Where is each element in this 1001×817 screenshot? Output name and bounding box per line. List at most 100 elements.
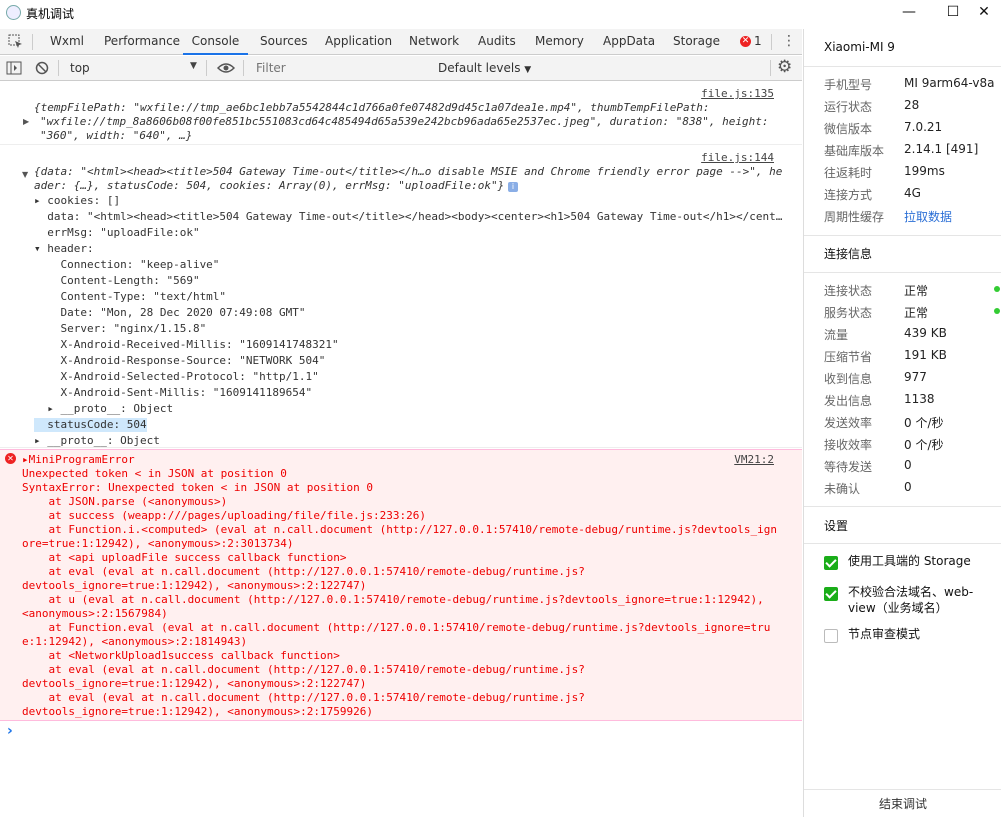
info-row: 微信版本 7.0.21 <box>824 120 943 136</box>
error-message: ✕ VM21:2 ▸MiniProgramError Unexpected to… <box>0 449 802 721</box>
status-ok-icon <box>994 308 1000 314</box>
setting-label: 使用工具端的 Storage <box>848 554 971 568</box>
checkbox-node-inspect[interactable] <box>824 629 838 643</box>
gear-icon[interactable]: ⚙ <box>777 57 792 77</box>
error-line: <anonymous>:2:1567984) <box>22 607 168 620</box>
log-line: {tempFilePath: "wxfile://tmp_ae6bc1ebb7a… <box>34 101 710 114</box>
tab-network[interactable]: Network <box>409 29 459 55</box>
prop-data: data: "<html><head><title>504 Gateway Ti… <box>34 210 783 223</box>
conn-row: 等待发送 0 <box>824 458 912 474</box>
status-ok-icon <box>994 286 1000 292</box>
minimize-button[interactable]: — <box>885 0 933 26</box>
error-line: at success (weapp:///pages/uploading/fil… <box>22 509 426 522</box>
tab-memory[interactable]: Memory <box>535 29 584 55</box>
error-line: at <api uploadFile success callback func… <box>22 551 347 564</box>
source-link[interactable]: VM21:2 <box>734 453 774 466</box>
prop-proto[interactable]: ▸ __proto__: Object <box>34 434 160 448</box>
close-button[interactable]: ✕ <box>960 0 1001 26</box>
prop-cookies[interactable]: ▸ cookies: [] <box>34 194 120 208</box>
device-info-panel: Xiaomi-MI 9 手机型号 MI 9arm64-v8a 运行状态 28 微信版… <box>803 29 1001 817</box>
collapse-arrow-icon[interactable]: ▼ <box>22 170 28 179</box>
header-received-millis: X-Android-Received-Millis: "160914174832… <box>34 338 339 351</box>
devtools-tab-bar: Wxml Performance Console Sources Applica… <box>0 29 802 55</box>
wechat-devtools-icon <box>6 5 21 20</box>
more-options-icon[interactable]: ⋮ <box>782 32 796 50</box>
header-response-source: X-Android-Response-Source: "NETWORK 504" <box>34 354 326 367</box>
expand-arrow-icon[interactable]: ▶ <box>23 117 29 126</box>
info-row: 连接方式 4G <box>824 186 921 202</box>
conn-row: 未确认 0 <box>824 480 912 496</box>
filter-input[interactable] <box>248 58 428 78</box>
tab-appdata[interactable]: AppData <box>603 29 655 55</box>
error-line: devtools_ignore=true:1:12942), <anonymou… <box>22 705 373 718</box>
info-row: 基础库版本 2.14.1 [491] <box>824 142 979 158</box>
inspect-element-icon[interactable] <box>8 34 23 49</box>
error-line: at eval (eval at n.call.document (http:/… <box>22 663 585 676</box>
log-line: "360", width: "640", …} <box>40 129 193 142</box>
context-selector[interactable]: top <box>70 61 90 75</box>
error-line: at eval (eval at n.call.document (http:/… <box>22 691 585 704</box>
conn-row: 压缩节省 191 KB <box>824 348 947 364</box>
log-line: ader: {…}, statusCode: 504, cookies: Arr… <box>34 179 505 192</box>
tab-wxml[interactable]: Wxml <box>50 29 84 55</box>
console-prompt[interactable]: › <box>7 723 13 739</box>
section-title-settings: 设置 <box>824 519 849 533</box>
checkbox-skip-domain-check[interactable] <box>824 587 838 601</box>
error-line: at eval (eval at n.call.document (http:/… <box>22 565 585 578</box>
source-link[interactable]: file.js:144 <box>701 151 774 164</box>
tab-application[interactable]: Application <box>325 29 392 55</box>
info-icon[interactable]: i <box>508 182 518 192</box>
prop-statuscode: statusCode: 504 <box>34 418 147 432</box>
console-message: file.js:135 {tempFilePath: "wxfile://tmp… <box>0 82 802 145</box>
error-line: Unexpected token < in JSON at position 0 <box>22 467 287 480</box>
info-row: 运行状态 28 <box>824 98 920 114</box>
eye-icon[interactable] <box>217 62 235 74</box>
info-row: 往返耗时 199ms <box>824 164 945 180</box>
checkbox-use-tool-storage[interactable] <box>824 556 838 570</box>
header-sent-millis: X-Android-Sent-Millis: "1609141189654" <box>34 386 313 399</box>
error-icon[interactable]: ✕ <box>740 36 751 47</box>
header-proto[interactable]: ▸ __proto__: Object <box>34 402 173 416</box>
error-line: devtools_ignore=true:1:12942), <anonymou… <box>22 579 367 592</box>
tab-sources[interactable]: Sources <box>260 29 307 55</box>
header-connection: Connection: "keep-alive" <box>34 258 220 271</box>
tab-performance[interactable]: Performance <box>104 29 180 55</box>
error-line: at <NetworkUpload1success callback funct… <box>22 649 340 662</box>
error-line[interactable]: ▸MiniProgramError <box>22 453 135 467</box>
conn-row: 连接状态 正常 <box>824 284 929 298</box>
sidebar-toggle-icon[interactable] <box>6 61 22 75</box>
conn-row: 发出信息 1138 <box>824 392 935 408</box>
tab-audits[interactable]: Audits <box>478 29 516 55</box>
log-line: {data: "<html><head><title>504 Gateway T… <box>34 165 783 178</box>
error-line: devtools_ignore=true:1:12942), <anonymou… <box>22 677 367 690</box>
tab-storage[interactable]: Storage <box>673 29 720 55</box>
console-toolbar: top ▼ Default levels ▼ ⚙ <box>0 56 802 81</box>
console-message: file.js:144 ▼ {data: "<html><head><title… <box>0 146 802 448</box>
info-row: 手机型号 MI 9arm64-v8a <box>824 76 995 92</box>
title-bar: 真机调试 — ☐ ✕ <box>0 0 1001 26</box>
device-name: Xiaomi-MI 9 <box>824 40 895 54</box>
conn-row: 服务状态 正常 <box>824 306 929 320</box>
header-server: Server: "nginx/1.15.8" <box>34 322 207 335</box>
chevron-down-icon[interactable]: ▼ <box>190 61 197 71</box>
error-count[interactable]: 1 <box>754 34 762 48</box>
log-levels-label: Default levels <box>438 61 521 75</box>
source-link[interactable]: file.js:135 <box>701 87 774 100</box>
error-line: at u (eval at n.call.document (http://12… <box>22 593 764 606</box>
info-row: 周期性缓存 拉取数据 <box>824 208 953 225</box>
section-title-connection: 连接信息 <box>824 247 873 261</box>
error-line: at Function.i.<computed> (eval at n.call… <box>22 523 777 536</box>
header-selected-protocol: X-Android-Selected-Protocol: "http/1.1" <box>34 370 319 383</box>
conn-row: 发送效率 0 个/秒 <box>824 416 944 430</box>
chevron-down-icon: ▼ <box>524 65 532 75</box>
prop-header[interactable]: ▾ header: <box>34 242 94 256</box>
header-date: Date: "Mon, 28 Dec 2020 07:49:08 GMT" <box>34 306 306 319</box>
clear-console-icon[interactable] <box>35 61 49 75</box>
fetch-data-link[interactable]: 拉取数据 <box>904 208 952 225</box>
log-levels-dropdown[interactable]: Default levels ▼ <box>438 61 531 75</box>
error-line: at Function.eval (eval at n.call.documen… <box>22 621 771 634</box>
setting-label: 节点审查模式 <box>848 627 921 641</box>
tab-console[interactable]: Console <box>183 29 248 55</box>
console-output: file.js:135 {tempFilePath: "wxfile://tmp… <box>0 82 802 817</box>
end-debug-button[interactable]: 结束调试 <box>804 789 1001 817</box>
